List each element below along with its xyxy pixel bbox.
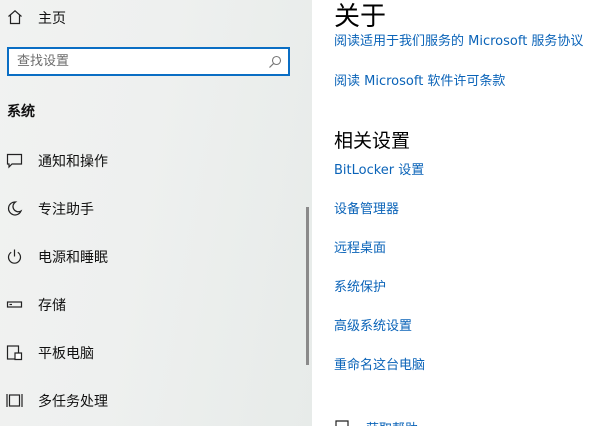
service-agreement-link[interactable]: 阅读适用于我们服务的 Microsoft 服务协议 (334, 30, 583, 49)
storage-icon (6, 301, 23, 308)
about-page: 关于 阅读适用于我们服务的 Microsoft 服务协议 阅读 Microsof… (312, 0, 600, 426)
rename-pc-link[interactable]: 重命名这台电脑 (334, 354, 425, 373)
sidebar-item-notifications[interactable]: 通知和操作 (0, 140, 304, 180)
sidebar-item-storage[interactable]: 存储 (0, 284, 304, 324)
license-terms-link[interactable]: 阅读 Microsoft 软件许可条款 (334, 70, 505, 89)
sidebar-item-focus-assist[interactable]: 专注助手 (0, 188, 304, 228)
multitasking-icon (6, 394, 23, 407)
page-title: 关于 (334, 2, 387, 32)
notification-icon (6, 153, 23, 169)
help-chat-icon (335, 420, 349, 426)
sidebar-item-power-sleep[interactable]: 电源和睡眠 (0, 236, 304, 276)
sidebar-item-home[interactable]: 主页 (0, 0, 312, 34)
settings-sidebar: 主页 系统 通知和操作 专注助手 电源和睡眠 (0, 0, 312, 426)
sidebar-item-multitasking[interactable]: 多任务处理 (0, 380, 304, 420)
device-manager-link[interactable]: 设备管理器 (334, 198, 399, 217)
search-input[interactable] (17, 51, 267, 72)
sidebar-scrollbar[interactable] (306, 207, 309, 365)
sidebar-item-label: 主页 (38, 11, 66, 27)
system-protection-link[interactable]: 系统保护 (334, 276, 386, 295)
sidebar-item-label: 通知和操作 (38, 154, 108, 170)
moon-icon (7, 201, 23, 216)
bitlocker-settings-link[interactable]: BitLocker 设置 (334, 159, 424, 178)
advanced-system-settings-link[interactable]: 高级系统设置 (334, 315, 412, 334)
section-title: 系统 (7, 104, 35, 120)
related-settings-heading: 相关设置 (334, 130, 411, 152)
search-box[interactable] (7, 47, 290, 76)
sidebar-item-label: 专注助手 (38, 202, 94, 218)
remote-desktop-link[interactable]: 远程桌面 (334, 237, 386, 256)
get-help-label: 获取帮助 (366, 418, 418, 426)
home-icon (8, 10, 22, 25)
sidebar-item-tablet[interactable]: 平板电脑 (0, 332, 304, 372)
sidebar-item-label: 存储 (38, 298, 66, 314)
sidebar-item-label: 电源和睡眠 (38, 250, 108, 266)
search-icon[interactable] (268, 55, 282, 69)
sidebar-item-label: 平板电脑 (38, 346, 94, 362)
tablet-icon (6, 345, 23, 361)
power-icon (7, 249, 22, 264)
sidebar-item-label: 多任务处理 (38, 394, 108, 410)
